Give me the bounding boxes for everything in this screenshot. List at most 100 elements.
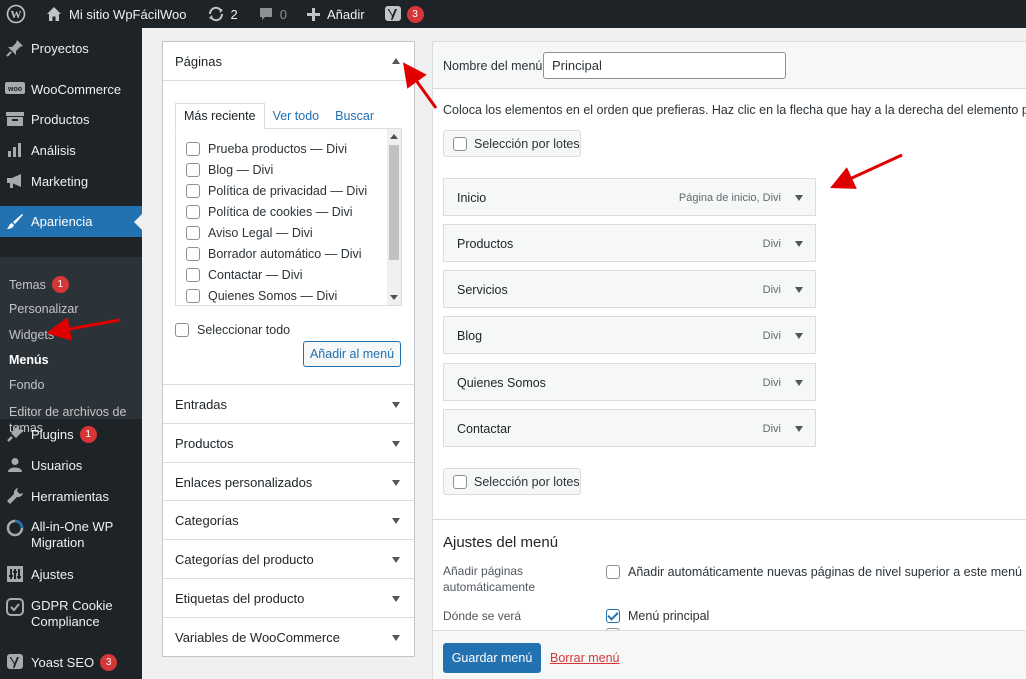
expand-arrow-icon[interactable] xyxy=(795,426,803,432)
expand-arrow-icon[interactable] xyxy=(795,287,803,293)
menu-item-card[interactable]: Quienes Somos Divi xyxy=(443,363,816,401)
page-checkbox[interactable] xyxy=(186,163,200,177)
page-checklist-item[interactable]: Prueba productos — Divi xyxy=(186,142,347,156)
expand-arrow-icon[interactable] xyxy=(392,557,400,563)
updates-link[interactable]: 2 xyxy=(200,0,245,28)
menu-item-card[interactable]: Contactar Divi xyxy=(443,409,816,447)
page-checklist-item[interactable]: Blog — Divi xyxy=(186,163,273,177)
menu-item-card[interactable]: Productos Divi xyxy=(443,224,816,262)
page-checkbox[interactable] xyxy=(186,247,200,261)
checklist-scrollbar[interactable] xyxy=(387,129,401,305)
sidebar-item-migration[interactable]: All-in-One WP Migration xyxy=(0,517,142,553)
comments-link[interactable]: 0 xyxy=(251,0,294,28)
expand-arrow-icon[interactable] xyxy=(795,195,803,201)
submenu-item-widgets[interactable]: Widgets xyxy=(9,328,54,342)
auto-add-option[interactable]: Añadir automáticamente nuevas páginas de… xyxy=(606,565,1022,579)
bulk-select-checkbox[interactable] xyxy=(453,136,467,151)
expand-arrow-icon[interactable] xyxy=(392,402,400,408)
scroll-thumb[interactable] xyxy=(389,145,399,260)
bulk-select-button-bottom[interactable]: Selección por lotes xyxy=(443,468,581,495)
delete-menu-link[interactable]: Borrar menú xyxy=(550,651,619,665)
sidebar-item-marketing[interactable]: Marketing xyxy=(0,166,142,196)
menu-item-type: Divi xyxy=(762,330,781,342)
accordion-enlaces[interactable]: Enlaces personalizados xyxy=(163,462,414,501)
page-checkbox[interactable] xyxy=(186,268,200,282)
tab-most-recent[interactable]: Más reciente xyxy=(175,103,265,129)
page-checkbox[interactable] xyxy=(186,142,200,156)
page-checklist-item[interactable]: Política de cookies — Divi xyxy=(186,205,353,219)
page-checkbox[interactable] xyxy=(186,184,200,198)
location-primary-checkbox[interactable] xyxy=(606,609,620,623)
page-checklist-item[interactable]: Borrador automático — Divi xyxy=(186,247,362,261)
submenu-item-personalizar[interactable]: Personalizar xyxy=(9,302,78,316)
page-checkbox[interactable] xyxy=(186,226,200,240)
sidebar-item-woocommerce[interactable]: woo WooCommerce xyxy=(0,74,142,104)
sidebar-item-analisis[interactable]: Análisis xyxy=(0,135,142,165)
page-checkbox[interactable] xyxy=(186,205,200,219)
scroll-down-icon[interactable] xyxy=(390,295,398,300)
sidebar-item-herramientas[interactable]: Herramientas xyxy=(0,481,142,511)
menu-item-card[interactable]: Blog Divi xyxy=(443,316,816,354)
sidebar-item-yoast[interactable]: Yoast SEO 3 xyxy=(0,647,142,677)
accordion-categorias-producto[interactable]: Categorías del producto xyxy=(163,539,414,578)
select-all[interactable]: Seleccionar todo xyxy=(175,323,290,337)
sidebar-item-ajustes[interactable]: Ajustes xyxy=(0,559,142,589)
expand-arrow-icon[interactable] xyxy=(795,333,803,339)
yoast-link[interactable]: 3 xyxy=(378,0,431,28)
expand-arrow-icon[interactable] xyxy=(795,241,803,247)
site-name-link[interactable]: Mi sitio WpFácilWoo xyxy=(39,0,194,28)
accordion-categorias[interactable]: Categorías xyxy=(163,500,414,539)
bulk-select-label: Selección por lotes xyxy=(474,474,580,489)
pages-section-header[interactable]: Páginas xyxy=(163,42,414,81)
location-primary-option[interactable]: Menú principal xyxy=(606,609,709,623)
save-menu-button[interactable]: Guardar menú xyxy=(443,643,541,673)
page-checklist-item[interactable]: Contactar — Divi xyxy=(186,268,303,282)
collapse-arrow-icon[interactable] xyxy=(392,58,400,64)
sidebar-item-label: Yoast SEO xyxy=(31,654,95,670)
bulk-select-button-top[interactable]: Selección por lotes xyxy=(443,130,581,157)
menu-item-title: Contactar xyxy=(457,422,512,436)
sidebar-item-apariencia[interactable]: Apariencia xyxy=(0,206,142,237)
sidebar-item-usuarios[interactable]: Usuarios xyxy=(0,450,142,480)
tab-view-all[interactable]: Ver todo xyxy=(265,103,328,129)
new-content-link[interactable]: Añadir xyxy=(300,0,372,28)
select-all-checkbox[interactable] xyxy=(175,323,189,337)
accordion-productos[interactable]: Productos xyxy=(163,423,414,462)
submenu-item-menus[interactable]: Menús xyxy=(9,353,49,367)
wordpress-icon[interactable]: W xyxy=(0,0,33,28)
sidebar-item-label: Marketing xyxy=(31,173,89,189)
auto-add-checkbox[interactable] xyxy=(606,565,620,579)
menu-settings-title: Ajustes del menú xyxy=(443,534,559,551)
accordion-entradas[interactable]: Entradas xyxy=(163,384,414,423)
accordion-variables-woo[interactable]: Variables de WooCommerce xyxy=(163,617,414,656)
expand-arrow-icon[interactable] xyxy=(795,380,803,386)
sidebar-item-label: Apariencia xyxy=(31,214,93,229)
expand-arrow-icon[interactable] xyxy=(392,635,400,641)
new-content-label: Añadir xyxy=(326,6,365,22)
page-checkbox[interactable] xyxy=(186,289,200,303)
bulk-select-checkbox[interactable] xyxy=(453,474,467,489)
themes-badge: 1 xyxy=(51,276,69,293)
add-to-menu-button[interactable]: Añadir al menú xyxy=(303,341,401,367)
accordion-etiquetas-producto[interactable]: Etiquetas del producto xyxy=(163,578,414,617)
page-checklist-item[interactable]: Aviso Legal — Divi xyxy=(186,226,313,240)
menu-item-card[interactable]: Inicio Página de inicio, Divi xyxy=(443,178,816,216)
submenu-item-fondo[interactable]: Fondo xyxy=(9,378,44,392)
page-checklist-item[interactable]: Quienes Somos — Divi xyxy=(186,289,337,303)
accordion-label: Entradas xyxy=(175,396,228,412)
expand-arrow-icon[interactable] xyxy=(392,518,400,524)
sidebar-item-proyectos[interactable]: Proyectos xyxy=(0,33,142,63)
page-checklist-item[interactable]: Política de privacidad — Divi xyxy=(186,184,367,198)
sidebar-item-gdpr[interactable]: GDPR Cookie Compliance xyxy=(0,596,142,632)
expand-arrow-icon[interactable] xyxy=(392,480,400,486)
yoast-sidebar-badge: 3 xyxy=(100,653,118,671)
menu-item-card[interactable]: Servicios Divi xyxy=(443,270,816,308)
scroll-up-icon[interactable] xyxy=(390,134,398,139)
sidebar-item-plugins[interactable]: Plugins 1 xyxy=(0,419,142,449)
expand-arrow-icon[interactable] xyxy=(392,441,400,447)
tab-search[interactable]: Buscar xyxy=(327,103,382,129)
menu-name-input[interactable]: Principal xyxy=(543,52,786,79)
expand-arrow-icon[interactable] xyxy=(392,596,400,602)
sidebar-item-productos[interactable]: Productos xyxy=(0,104,142,134)
submenu-item-temas[interactable]: Temas 1 xyxy=(9,276,69,293)
